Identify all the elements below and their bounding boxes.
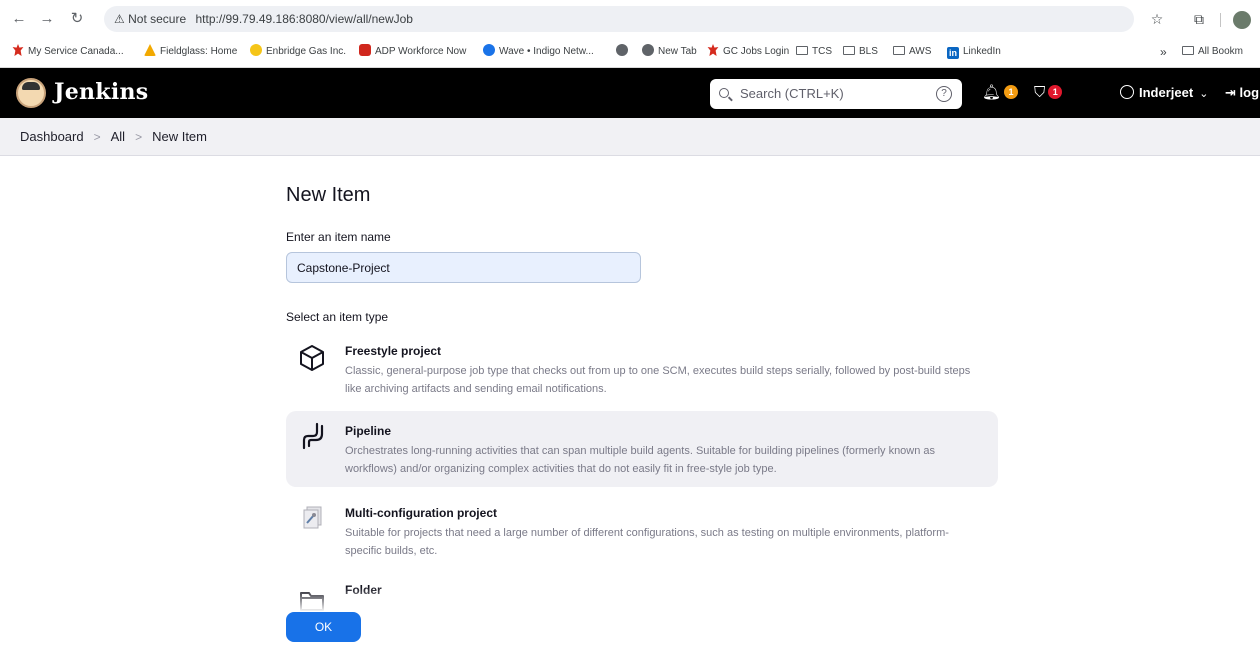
item-name-label: Enter an item name (286, 230, 391, 244)
maple-leaf-icon (707, 44, 719, 56)
address-row: ← → ↻ ⚠ Not secure http://99.79.49.186:8… (0, 4, 1260, 34)
linkedin-icon: in (947, 47, 959, 59)
profile-avatar[interactable] (1233, 11, 1251, 29)
ok-button[interactable]: OK (286, 612, 361, 642)
chevron-down-icon: ⌄ (1199, 88, 1209, 100)
user-menu[interactable]: Inderjeet ⌄ (1120, 84, 1208, 103)
search-placeholder: Search (CTRL+K) (740, 86, 844, 101)
folder-icon (893, 46, 905, 55)
bookmark-item[interactable] (616, 44, 632, 60)
shield-icon: ⛉ (1034, 84, 1046, 101)
address-bar[interactable]: ⚠ Not secure http://99.79.49.186:8080/vi… (104, 6, 1134, 32)
chevron-right-icon: > (135, 130, 143, 144)
url-text[interactable]: http://99.79.49.186:8080/view/all/newJob (195, 12, 413, 26)
user-name: Inderjeet (1139, 85, 1194, 100)
bookmark-item[interactable]: in LinkedIn (947, 44, 1001, 60)
item-type-description: Suitable for projects that need a large … (345, 527, 949, 557)
security-label[interactable]: Not secure (128, 12, 186, 26)
bookmark-item[interactable]: ADP Workforce Now (359, 44, 466, 60)
item-type-pipeline[interactable]: Pipeline Orchestrates long-running activ… (286, 411, 998, 487)
extensions-icon[interactable]: ⧉ (1190, 10, 1208, 28)
bookmark-item[interactable]: Fieldglass: Home (144, 44, 237, 60)
search-input[interactable]: Search (CTRL+K) ? (710, 79, 962, 109)
jenkins-header: Jenkins Search (CTRL+K) ? 🔔︎ 1 ⛉ 1 Inderje… (0, 68, 1260, 118)
fieldglass-icon (144, 44, 156, 56)
back-icon[interactable]: ← (8, 8, 30, 30)
bookmark-item[interactable]: New Tab (642, 44, 697, 60)
bookmark-folder[interactable]: TCS (796, 44, 832, 60)
wave-icon (483, 44, 495, 56)
bookmark-folder[interactable]: BLS (843, 44, 878, 60)
pipeline-icon (302, 422, 324, 450)
jenkins-logo[interactable] (16, 78, 46, 108)
page-title: New Item (286, 184, 371, 206)
warning-icon[interactable]: ⚠ (114, 12, 125, 26)
browser-chrome: ← → ↻ ⚠ Not secure http://99.79.49.186:8… (0, 0, 1260, 68)
logout-icon: ⇥ (1225, 85, 1236, 100)
adp-icon (359, 44, 371, 56)
item-type-name: Multi-configuration project (345, 506, 497, 520)
folder-icon (1182, 46, 1194, 55)
item-type-name: Freestyle project (345, 344, 442, 358)
bookmarks-overflow-button[interactable]: » (1160, 44, 1167, 60)
security-badge: 1 (1048, 85, 1063, 99)
bookmark-folder[interactable]: AWS (893, 44, 931, 60)
breadcrumb-new-item[interactable]: New Item (152, 129, 207, 144)
multi-config-icon (303, 506, 322, 529)
folder-icon (843, 46, 855, 55)
bookmark-star-icon[interactable]: ☆ (1148, 10, 1166, 28)
item-type-freestyle[interactable]: Freestyle project Classic, general-purpo… (286, 333, 998, 405)
breadcrumb-dashboard[interactable]: Dashboard (20, 129, 84, 144)
bookmark-item[interactable]: GC Jobs Login (707, 44, 789, 60)
item-type-description: Orchestrates long-running activities tha… (345, 445, 936, 475)
jenkins-title[interactable]: Jenkins (54, 79, 148, 105)
enbridge-icon (250, 44, 262, 56)
search-icon (719, 88, 729, 98)
item-type-multi-configuration[interactable]: Multi-configuration project Suitable for… (286, 493, 998, 569)
chevron-right-icon: > (93, 130, 101, 144)
security-button[interactable]: ⛉ 1 (1034, 84, 1063, 102)
globe-icon (642, 44, 654, 56)
breadcrumb: Dashboard > All > New Item (0, 118, 1260, 156)
maple-leaf-icon (12, 44, 24, 56)
bookmark-item[interactable]: Wave • Indigo Netw... (483, 44, 594, 60)
all-bookmarks-folder[interactable]: All Bookm (1182, 44, 1243, 60)
item-type-label: Select an item type (286, 310, 389, 324)
forward-icon[interactable]: → (36, 8, 58, 30)
item-type-name: Pipeline (345, 424, 392, 438)
reload-icon[interactable]: ↻ (66, 8, 88, 30)
bookmarks-bar: My Service Canada... Fieldglass: Home En… (0, 40, 1260, 64)
breadcrumb-all[interactable]: All (111, 129, 125, 144)
toolbar-divider (1220, 13, 1221, 27)
globe-icon (616, 44, 628, 56)
logout-button[interactable]: ⇥ log out (1225, 84, 1260, 102)
bookmark-item[interactable]: My Service Canada... (12, 44, 124, 60)
item-name-input[interactable] (286, 252, 641, 283)
bell-icon: 🔔︎ (982, 84, 1002, 101)
notifications-badge: 1 (1004, 85, 1019, 99)
user-icon (1120, 85, 1134, 99)
main-content: New Item Enter an item name Select an it… (0, 157, 1260, 647)
cube-icon (300, 345, 324, 371)
bookmark-item[interactable]: Enbridge Gas Inc. (250, 44, 346, 60)
notifications-button[interactable]: 🔔︎ 1 (982, 84, 1019, 102)
folder-icon (796, 46, 808, 55)
help-icon[interactable]: ? (936, 86, 952, 102)
item-type-description: Classic, general-purpose job type that c… (345, 365, 971, 395)
